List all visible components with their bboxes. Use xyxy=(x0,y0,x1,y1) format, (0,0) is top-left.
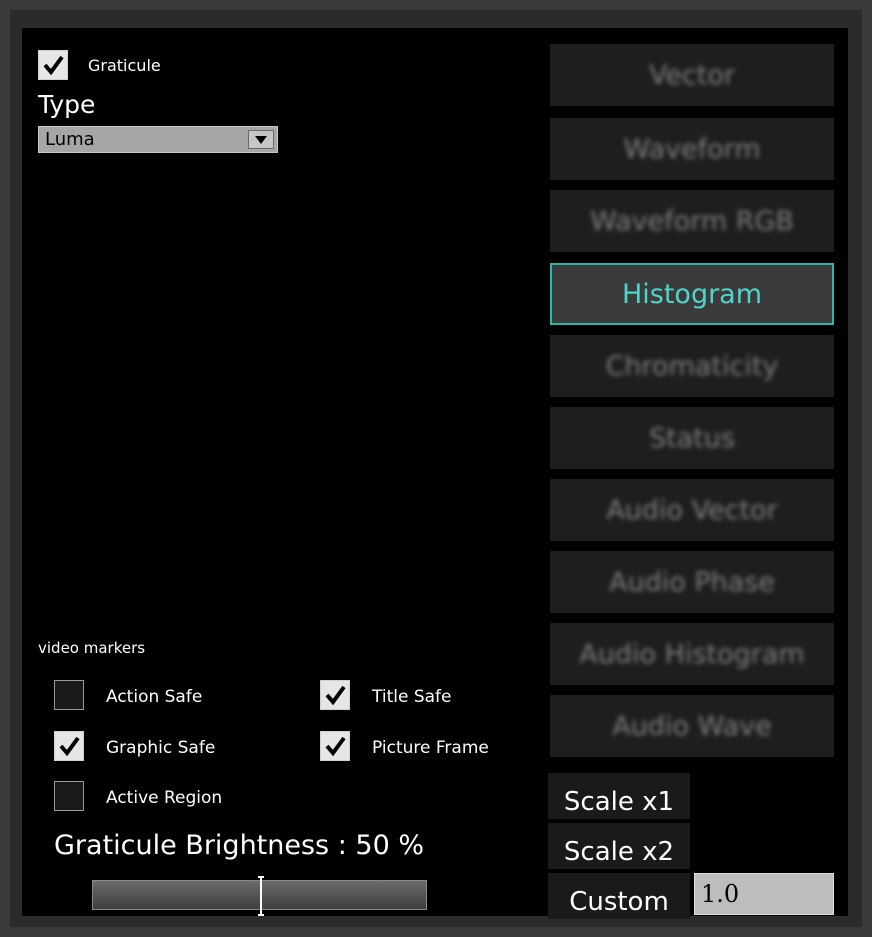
mode-button-histogram[interactable]: Histogram xyxy=(550,263,834,325)
active-region-label: Active Region xyxy=(106,788,223,808)
mode-label: Histogram xyxy=(621,278,763,310)
action-safe-label: Action Safe xyxy=(106,687,203,707)
checkmark-icon xyxy=(43,55,64,76)
mode-label: Audio Phase xyxy=(609,566,775,598)
mode-button-audio-vector[interactable]: Audio Vector xyxy=(550,479,834,541)
mode-label: Audio Vector xyxy=(606,494,778,526)
mode-button-audio-phase[interactable]: Audio Phase xyxy=(550,551,834,613)
graphic-safe-checkbox[interactable] xyxy=(54,731,84,761)
type-select-value: Luma xyxy=(45,129,95,150)
picture-frame-checkbox[interactable] xyxy=(320,731,350,761)
type-heading: Type xyxy=(38,90,96,119)
custom-scale-input[interactable]: 1.0 xyxy=(694,873,834,915)
custom-scale-button[interactable]: Custom xyxy=(548,873,690,919)
mode-button-audio-wave[interactable]: Audio Wave xyxy=(550,695,834,757)
checkmark-icon xyxy=(325,685,346,706)
mode-label: Waveform RGB xyxy=(590,205,794,237)
mode-button-waveform[interactable]: Waveform xyxy=(550,118,834,180)
mode-button-waveform-rgb[interactable]: Waveform RGB xyxy=(550,190,834,252)
mode-label: Waveform xyxy=(623,133,761,165)
brightness-slider-handle[interactable] xyxy=(258,876,264,916)
title-safe-checkbox[interactable] xyxy=(320,680,350,710)
graticule-brightness-label: Graticule Brightness : 50 % xyxy=(54,830,424,861)
graticule-checkbox[interactable] xyxy=(38,50,68,80)
mode-button-vector[interactable]: Vector xyxy=(550,44,834,106)
type-select[interactable]: Luma xyxy=(38,126,278,153)
graphic-safe-label: Graphic Safe xyxy=(106,738,216,758)
video-markers-heading: video markers xyxy=(38,639,146,657)
action-safe-checkbox[interactable] xyxy=(54,680,84,710)
mode-button-audio-histogram[interactable]: Audio Histogram xyxy=(550,623,834,685)
dropdown-arrow-icon[interactable] xyxy=(248,130,274,149)
checkmark-icon xyxy=(59,736,80,757)
mode-label: Vector xyxy=(648,59,736,91)
mode-label: Audio Wave xyxy=(612,710,772,742)
mode-label: Status xyxy=(648,422,736,454)
title-safe-label: Title Safe xyxy=(372,687,452,707)
scope-settings-panel: Graticule Type Luma Vector Waveform Wave… xyxy=(22,28,848,919)
mode-label: Audio Histogram xyxy=(579,638,805,670)
mode-label: Chromaticity xyxy=(605,350,779,382)
scale-x1-button[interactable]: Scale x1 xyxy=(548,773,690,819)
checkmark-icon xyxy=(325,736,346,757)
active-region-checkbox[interactable] xyxy=(54,781,84,811)
picture-frame-label: Picture Frame xyxy=(372,738,489,758)
mode-button-chromaticity[interactable]: Chromaticity xyxy=(550,335,834,397)
scale-x2-button[interactable]: Scale x2 xyxy=(548,823,690,869)
mode-button-status[interactable]: Status xyxy=(550,407,834,469)
graticule-label: Graticule xyxy=(88,56,161,75)
